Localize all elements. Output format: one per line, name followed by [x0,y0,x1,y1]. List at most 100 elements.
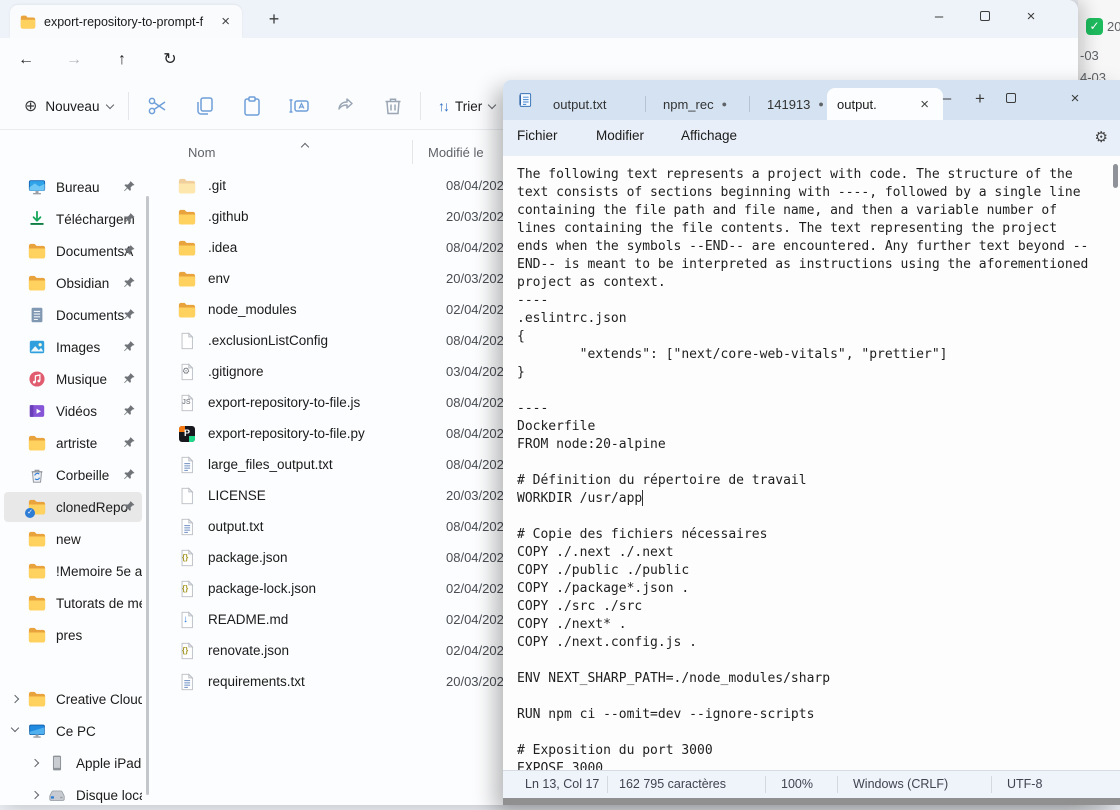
tab-close-icon[interactable]: × [217,13,234,30]
menu-view[interactable]: Affichage [681,128,737,143]
minimize-button[interactable]: – [916,0,962,36]
rename-icon[interactable] [287,94,311,118]
sidebar-item-telechargements[interactable]: Téléchargem [4,204,142,234]
chevron-down-icon[interactable] [11,724,19,732]
sidebar-item-disque-local[interactable]: Disque local (C [4,780,142,810]
column-modified[interactable]: Modifié le [428,145,484,160]
folder-icon [28,690,46,708]
forward-icon[interactable]: → [60,46,88,74]
share-icon[interactable] [334,94,358,118]
new-button[interactable]: ⊕ Nouveau [16,92,121,120]
copy-icon[interactable] [193,94,217,118]
status-encoding[interactable]: UTF-8 [1007,777,1042,791]
sort-arrows-icon: ↑↓ [438,98,448,114]
sidebar-item-creative-cloud[interactable]: Creative Cloud F [4,684,142,714]
text-caret [642,490,643,506]
chevron-right-icon[interactable] [31,791,39,799]
up-icon[interactable]: ↑ [108,46,136,74]
sidebar-item-clonedrepo[interactable]: ✓ clonedRepo [4,492,142,522]
chevron-down-icon [488,100,496,108]
pin-icon [123,500,136,513]
notepad-titlebar[interactable]: output.txt npm_rec ● 141913 ● output. × … [503,80,1120,120]
sidebar-item-documents[interactable]: Documents [4,300,142,330]
document-icon [28,306,46,324]
sidebar-item-ce-pc[interactable]: Ce PC [4,716,142,746]
notepad-tab[interactable]: npm_rec ● [653,88,737,120]
column-name[interactable]: Nom [188,145,215,160]
status-char-count: 162 795 caractères [619,777,726,791]
explorer-tab[interactable]: export-repository-to-prompt-f × [10,5,242,38]
plus-circle-icon: ⊕ [24,96,37,116]
sidebar-item-artriste[interactable]: artriste [4,428,142,458]
sidebar-item-corbeille[interactable]: Corbeille [4,460,142,490]
menu-edit[interactable]: Modifier [596,128,644,143]
drive-icon [48,786,66,804]
sidebar-item-videos[interactable]: Vidéos [4,396,142,426]
notepad-text: The following text represents a project … [503,156,1120,770]
notepad-bottom-edge [503,798,1120,805]
sidebar-item-memoire[interactable]: !Memoire 5e an [4,556,142,586]
folder-icon [28,562,46,580]
sort-button-label: Trier [455,99,482,114]
new-tab-button[interactable]: + [975,89,985,109]
explorer-tab-title: export-repository-to-prompt-f [44,15,217,29]
notepad-tab[interactable]: output.txt [543,88,616,120]
sidebar-item-musique[interactable]: Musique [4,364,142,394]
sidebar-item-pres[interactable]: pres [4,620,142,650]
chevron-right-icon[interactable] [31,759,39,767]
sidebar-item-images[interactable]: Images [4,332,142,362]
pin-icon [123,212,136,225]
chevron-right-icon[interactable] [11,695,19,703]
notepad-app-icon [517,92,533,108]
folder-icon [178,239,196,257]
unsaved-dot-icon: ● [818,99,823,109]
sidebar-item-tutorats[interactable]: Tutorats de mé [4,588,142,618]
minimize-button[interactable]: – [924,82,970,118]
pin-icon [123,372,136,385]
back-icon[interactable]: ← [12,46,40,74]
txt-file-icon [178,456,196,474]
notepad-scrollbar[interactable] [1113,164,1118,188]
sidebar-scrollbar[interactable] [146,196,149,795]
new-tab-button[interactable]: + [262,9,286,30]
refresh-icon[interactable]: ↻ [156,46,184,74]
hidden-folder-icon [178,177,196,195]
cut-icon[interactable] [146,94,170,118]
gear-glyph: ⚙ [182,366,190,377]
pin-icon [123,468,136,481]
sidebar-item-obsidian[interactable]: Obsidian [4,268,142,298]
sidebar-item-apple-ipad[interactable]: Apple iPad [4,748,142,778]
pin-icon [123,180,136,193]
address-bar-row: ← → ↑ ↻ Documents clonedRepo export-repo… [0,38,1078,82]
folder-icon [28,434,46,452]
sort-button[interactable]: ↑↓ Trier [438,92,495,120]
delete-icon[interactable] [381,94,405,118]
video-icon [28,402,46,420]
sidebar-item-bureau[interactable]: Bureau [4,172,142,202]
tablet-icon [48,754,66,772]
explorer-tab-strip: export-repository-to-prompt-f × + – × [0,0,1078,38]
txt-file-icon [178,673,196,691]
notepad-text-area[interactable]: The following text represents a project … [503,156,1120,770]
file-icon [178,487,196,505]
maximize-button[interactable] [962,0,1008,36]
pin-icon [123,308,136,321]
sidebar-item-new[interactable]: new [4,524,142,554]
close-button[interactable]: × [1008,0,1054,36]
paste-icon[interactable] [240,94,264,118]
check-badge-icon: ✓ [1086,18,1103,35]
status-line-ending[interactable]: Windows (CRLF) [853,777,948,791]
menu-file[interactable]: Fichier [517,128,558,143]
maximize-button[interactable] [988,82,1034,118]
folder-icon [178,301,196,319]
status-zoom-level[interactable]: 100% [781,777,813,791]
this-pc-icon [28,722,46,740]
folder-icon [28,274,46,292]
image-icon [28,338,46,356]
settings-gear-icon[interactable]: ⚙ [1095,128,1108,146]
close-button[interactable]: × [1052,82,1098,118]
notepad-tab[interactable]: 141913 ● [757,88,834,120]
folder-icon [178,208,196,226]
background-text: -03 [1080,48,1099,63]
sidebar-item-documentsa[interactable]: DocumentsA [4,236,142,266]
